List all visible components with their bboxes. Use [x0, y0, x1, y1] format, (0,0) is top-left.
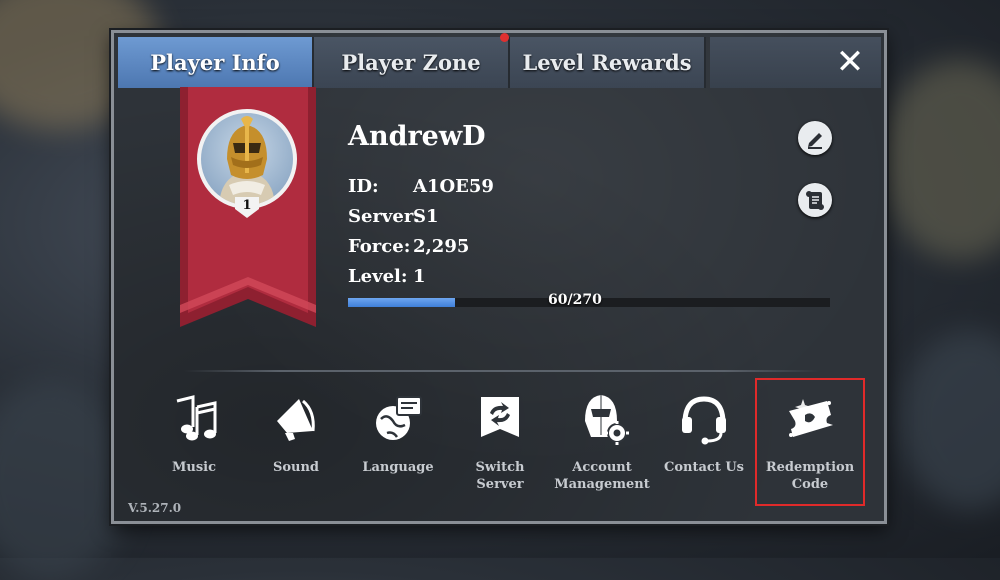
- avatar-level-badge: 1: [233, 195, 261, 219]
- redemption-code-label: Redemption Code: [765, 460, 855, 492]
- tab-bar: Player Info Player Zone Level Rewards: [118, 37, 706, 88]
- force-value: 2,295: [413, 236, 470, 257]
- level-label: Level:: [348, 266, 408, 287]
- account-management-button[interactable]: Account Management: [552, 391, 652, 493]
- switch-server-icon: [481, 397, 519, 437]
- music-label: Music: [171, 460, 216, 475]
- xp-text: 60/270: [548, 292, 602, 308]
- knight-helmet-icon: [219, 116, 275, 205]
- close-icon[interactable]: ✕: [834, 45, 866, 79]
- notification-dot: [500, 33, 509, 42]
- server-value: S1: [413, 206, 439, 227]
- globe-language-icon: [376, 396, 422, 440]
- redemption-code-button[interactable]: Redemption Code: [760, 391, 860, 493]
- edit-name-icon: [808, 133, 822, 149]
- speaker-icon: [277, 399, 315, 441]
- divider: [184, 370, 820, 372]
- headset-icon: [682, 396, 726, 445]
- contact-us-button[interactable]: Contact Us: [654, 391, 754, 476]
- level-row: Level: 1: [348, 266, 426, 287]
- force-label: Force:: [348, 236, 411, 257]
- xp-progress-fill: [348, 298, 455, 307]
- edit-name-button[interactable]: [798, 121, 832, 155]
- id-value: A1OE59: [413, 176, 494, 197]
- music-button[interactable]: Music: [144, 391, 244, 476]
- switch-server-label: Switch Server: [475, 460, 525, 492]
- sound-button[interactable]: Sound: [246, 391, 346, 476]
- account-management-label: Account Management: [554, 460, 650, 492]
- tab-level-rewards[interactable]: Level Rewards: [510, 37, 706, 88]
- level-value: 1: [413, 266, 426, 287]
- player-name: AndrewD: [348, 121, 486, 152]
- profile-scroll-button[interactable]: [798, 183, 832, 217]
- music-notes-icon: [176, 395, 217, 441]
- scroll-profile-icon: [806, 191, 824, 210]
- sound-label: Sound: [272, 460, 320, 475]
- switch-server-button[interactable]: Switch Server: [450, 391, 550, 493]
- background-blur: [880, 60, 1000, 260]
- tab-player-zone[interactable]: Player Zone: [314, 37, 510, 88]
- id-row: ID: A1OE59: [348, 176, 494, 197]
- id-label: ID:: [348, 176, 379, 197]
- account-helmet-gear-icon: [585, 395, 629, 445]
- contact-us-label: Contact Us: [664, 460, 744, 475]
- avatar[interactable]: [197, 109, 297, 209]
- background-blur: [900, 330, 1000, 510]
- tab-player-info[interactable]: Player Info: [118, 37, 314, 88]
- server-row: Server: S1: [348, 206, 439, 227]
- language-button[interactable]: Language: [348, 391, 448, 476]
- version-label: V.5.27.0: [128, 501, 182, 515]
- force-row: Force: 2,295: [348, 236, 469, 257]
- language-label: Language: [362, 460, 434, 475]
- server-label: Server:: [348, 206, 420, 227]
- ticket-icon: [789, 399, 833, 437]
- player-info-panel: Player Info Player Zone Level Rewards ✕ …: [111, 30, 887, 524]
